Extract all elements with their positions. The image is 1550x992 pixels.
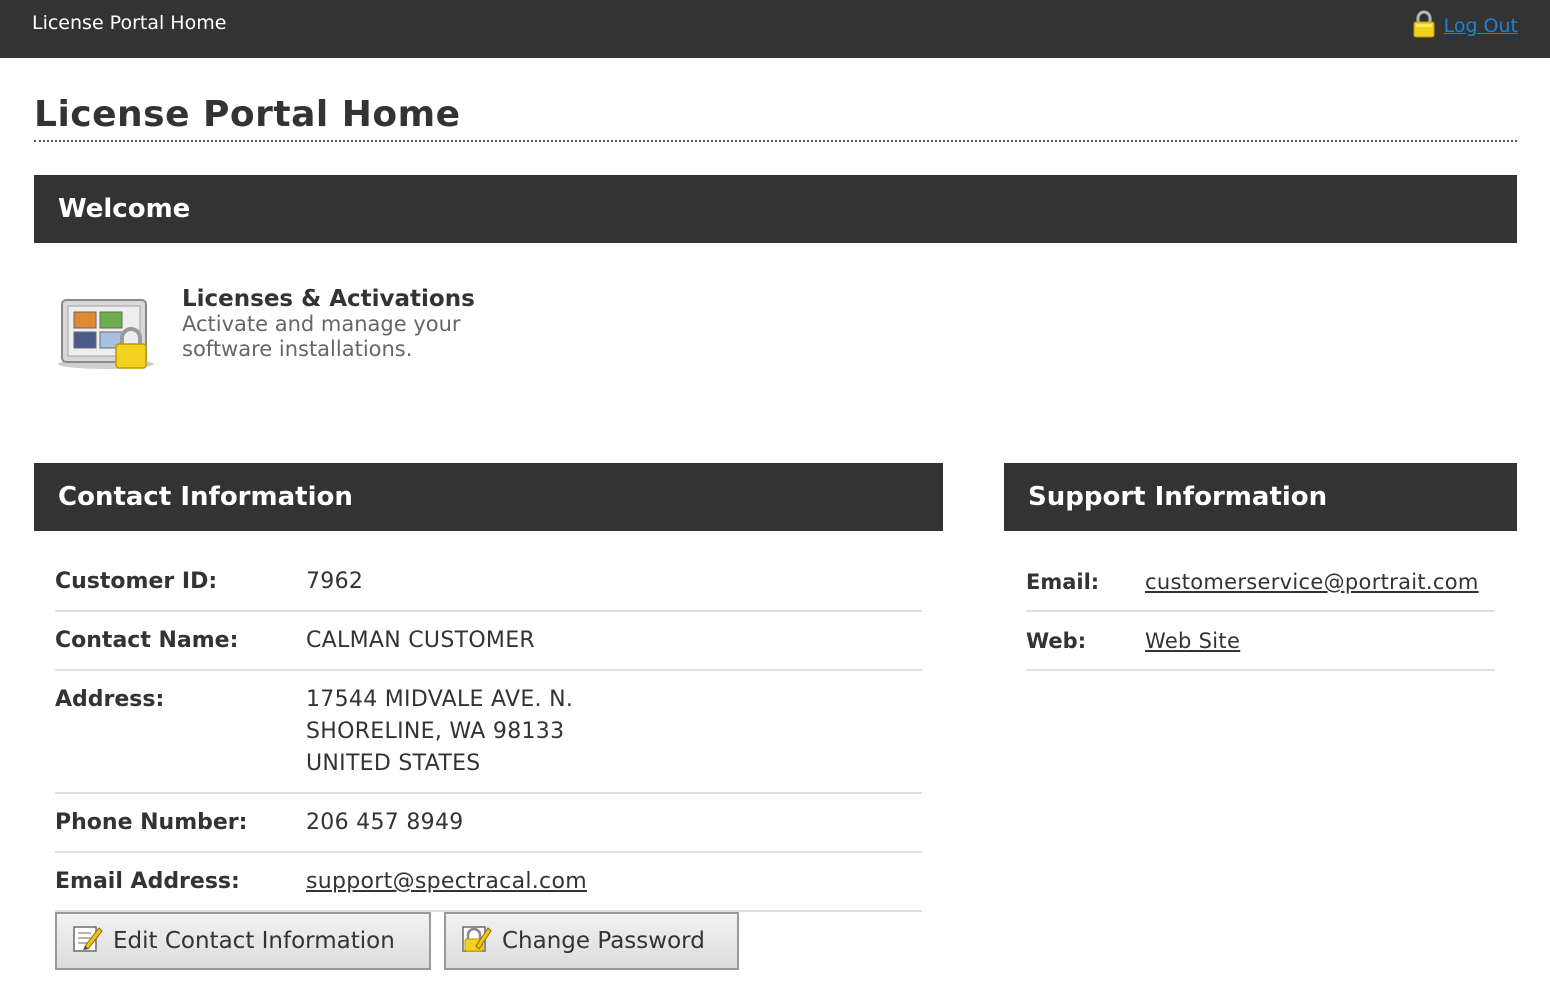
contact-name-value: CALMAN CUSTOMER [306, 628, 536, 653]
change-password-label: Change Password [502, 928, 705, 954]
contact-row-address: Address: 17544 MIDVALE AVE. N. SHORELINE… [55, 671, 922, 794]
top-bar: License Portal Home Log Out [0, 0, 1550, 58]
email-address-label: Email Address: [55, 869, 240, 894]
support-email-link[interactable]: customerservice@portrait.com [1145, 566, 1479, 598]
contact-row-email: Email Address: support@spectracal.com [55, 853, 922, 912]
support-table: Email: customerservice@portrait.com Web:… [1026, 553, 1495, 671]
support-web-link[interactable]: Web Site [1145, 625, 1240, 657]
phone-label: Phone Number: [55, 810, 248, 835]
customer-id-value: 7962 [306, 569, 364, 594]
contact-name-label: Contact Name: [55, 628, 239, 653]
contact-row-customer-id: Customer ID: 7962 [55, 553, 922, 612]
address-line-2: SHORELINE, WA 98133 [306, 719, 565, 744]
contact-row-name: Contact Name: CALMAN CUSTOMER [55, 612, 922, 671]
title-divider [34, 140, 1517, 142]
address-line-1: 17544 MIDVALE AVE. N. [306, 687, 574, 712]
edit-icon [71, 922, 103, 960]
support-row-web: Web: Web Site [1026, 612, 1495, 671]
topbar-title: License Portal Home [32, 12, 227, 34]
address-value: 17544 MIDVALE AVE. N. SHORELINE, WA 9813… [306, 684, 573, 780]
address-line-3: UNITED STATES [306, 751, 481, 776]
licenses-activations-tile[interactable]: Licenses & Activations Activate and mana… [56, 284, 542, 374]
logout-link[interactable]: Log Out [1444, 15, 1518, 37]
edit-contact-button[interactable]: Edit Contact Information [55, 912, 431, 970]
support-web-label: Web: [1026, 629, 1087, 653]
contact-heading: Contact Information [34, 463, 943, 531]
licenses-tile-title: Licenses & Activations [182, 286, 475, 312]
licenses-tile-description: Activate and manage your software instal… [182, 312, 461, 361]
support-heading: Support Information [1004, 463, 1517, 531]
address-label: Address: [55, 687, 165, 712]
support-email-label: Email: [1026, 570, 1100, 594]
licenses-icon [56, 284, 156, 374]
password-icon [460, 922, 492, 960]
support-row-email: Email: customerservice@portrait.com [1026, 553, 1495, 612]
change-password-button[interactable]: Change Password [444, 912, 739, 970]
welcome-heading: Welcome [34, 175, 1517, 243]
email-address-link[interactable]: support@spectracal.com [306, 866, 587, 898]
contact-row-phone: Phone Number: 206 457 8949 [55, 794, 922, 853]
customer-id-label: Customer ID: [55, 569, 218, 594]
logout-area: Log Out [1412, 10, 1518, 42]
phone-value: 206 457 8949 [306, 810, 464, 835]
page-title: License Portal Home [34, 94, 461, 135]
lock-icon [1412, 10, 1436, 42]
edit-contact-label: Edit Contact Information [113, 928, 395, 954]
contact-table: Customer ID: 7962 Contact Name: CALMAN C… [55, 553, 922, 912]
